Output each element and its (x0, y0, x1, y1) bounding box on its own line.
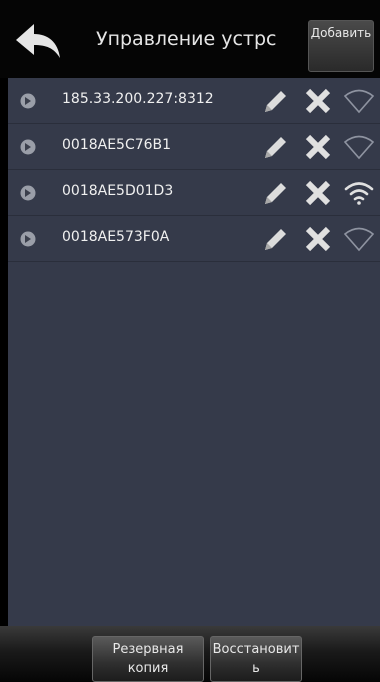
device-name: 0018AE5C76B1 (62, 137, 172, 153)
device-row[interactable]: 0018AE573F0A (8, 216, 380, 262)
close-icon[interactable] (304, 87, 332, 115)
restore-button[interactable]: Восстановить (210, 636, 302, 682)
pencil-icon[interactable] (260, 225, 290, 255)
close-icon[interactable] (304, 179, 332, 207)
back-button[interactable] (12, 20, 64, 64)
device-row[interactable]: 185.33.200.227:8312 (8, 78, 380, 124)
wifi-outline-icon (344, 227, 374, 252)
device-name: 0018AE5D01D3 (62, 183, 174, 199)
device-list: 185.33.200.227:8312 0018AE5C76B1 0018AE5… (8, 78, 380, 626)
close-icon[interactable] (304, 133, 332, 161)
device-name: 0018AE573F0A (62, 229, 170, 245)
bullet-icon (20, 93, 36, 109)
bullet-icon (20, 231, 36, 247)
close-icon[interactable] (304, 225, 332, 253)
wifi-outline-icon (344, 89, 374, 114)
top-bar: Управление устрс Добавить (0, 0, 380, 78)
device-management-screen: Управление устрс Добавить 185.33.200.227… (0, 0, 380, 682)
bullet-icon (20, 139, 36, 155)
page-title: Управление устрс (96, 28, 277, 50)
backup-button[interactable]: Резервная копия (92, 636, 204, 682)
device-row[interactable]: 0018AE5D01D3 (8, 170, 380, 216)
add-device-button[interactable]: Добавить (308, 20, 374, 72)
pencil-icon[interactable] (260, 133, 290, 163)
wifi-outline-icon (344, 135, 374, 160)
bottom-bar: Резервная копия Восстановить (0, 626, 380, 682)
device-name: 185.33.200.227:8312 (62, 91, 214, 107)
wifi-icon (344, 182, 374, 205)
bullet-icon (20, 185, 36, 201)
back-arrow-icon (16, 24, 60, 58)
pencil-icon[interactable] (260, 87, 290, 117)
device-row[interactable]: 0018AE5C76B1 (8, 124, 380, 170)
pencil-icon[interactable] (260, 179, 290, 209)
